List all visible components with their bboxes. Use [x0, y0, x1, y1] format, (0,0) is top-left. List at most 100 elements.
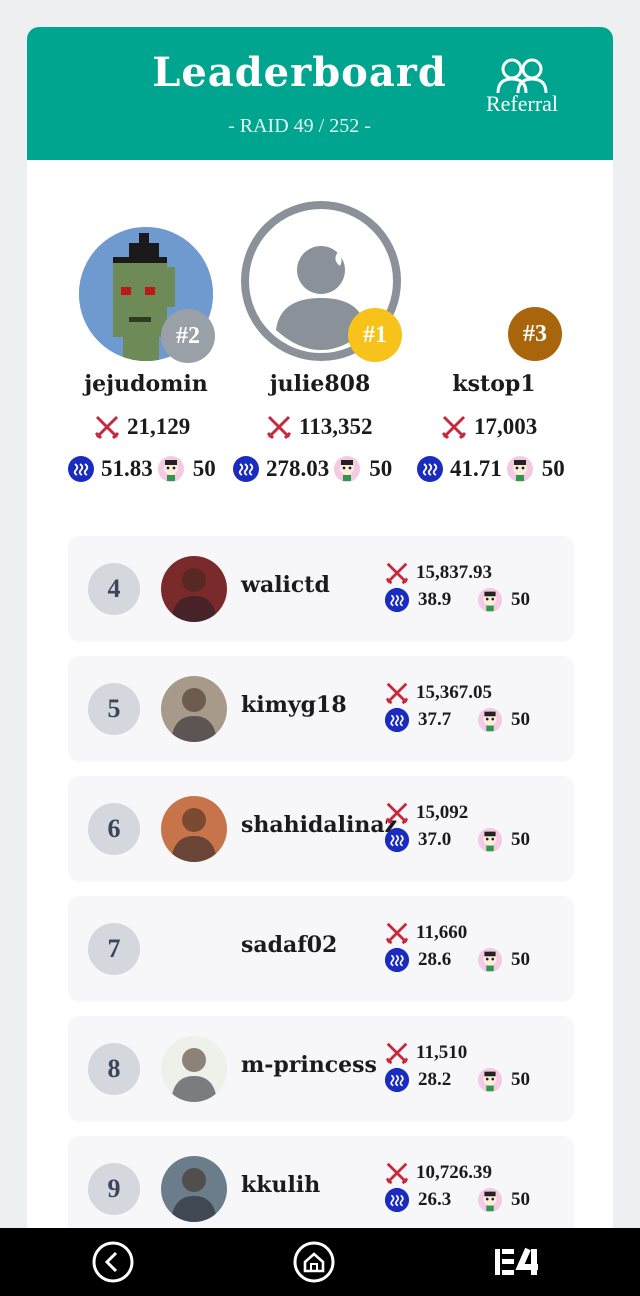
crossed-swords-icon: [385, 922, 409, 945]
podium-name[interactable]: kstop1: [404, 371, 584, 397]
steem-coin-icon: [417, 456, 443, 482]
monster-face-icon: [477, 827, 503, 853]
podium-steem-value: 51.83: [101, 456, 153, 481]
damage-value: 10,726.39: [416, 1162, 492, 1183]
avatar[interactable]: [161, 556, 227, 622]
monster-value: 50: [511, 1069, 530, 1090]
steem-value: 38.9: [418, 589, 452, 610]
back-button[interactable]: [91, 1240, 135, 1284]
monster-face-icon: [157, 456, 184, 482]
rank-number: 9: [88, 1163, 140, 1215]
username[interactable]: shahidalinaz: [241, 812, 397, 838]
referral-label: Referral: [485, 91, 559, 116]
leaderboard-header: Leaderboard - RAID 49 / 252 - Referral: [27, 27, 613, 160]
rank-number: 6: [88, 803, 140, 855]
page-title: Leaderboard: [152, 49, 447, 96]
app-logo-icon: [495, 1247, 538, 1275]
username[interactable]: kkulih: [241, 1172, 320, 1198]
leaderboard-row[interactable]: 5 kimyg18 15,367.05 37.7 50: [68, 656, 574, 762]
rank-number: 8: [88, 1043, 140, 1095]
podium-damage: 113,352: [265, 413, 372, 441]
leaderboard-row[interactable]: 7 sadaf02 11,660 28.6 50: [68, 896, 574, 1002]
crossed-swords-icon: [385, 682, 409, 705]
steem-coin-icon: [384, 707, 410, 733]
app-switch-button[interactable]: [493, 1240, 549, 1284]
back-icon: [92, 1241, 134, 1283]
podium-name[interactable]: julie808: [230, 371, 410, 397]
bottom-nav: [0, 1228, 640, 1296]
podium-monster-value: 50: [192, 456, 216, 481]
home-button[interactable]: [292, 1240, 336, 1284]
avatar[interactable]: [161, 676, 227, 742]
steem-coin-icon: [384, 827, 410, 853]
leaderboard-row[interactable]: 9 kkulih 10,726.39 26.3 50: [68, 1136, 574, 1242]
steem-coin-icon: [384, 1067, 410, 1093]
rank-badge-3: #3: [508, 307, 562, 361]
username[interactable]: kimyg18: [241, 692, 347, 718]
steem-value: 28.2: [418, 1069, 452, 1090]
user-photo: [171, 1168, 217, 1222]
monster-value: 50: [511, 589, 530, 610]
steem-value: 28.6: [418, 949, 452, 970]
steem-value: 26.3: [418, 1189, 452, 1210]
crossed-swords-icon: [94, 415, 120, 440]
steem-coin-icon: [384, 587, 410, 613]
row-stats: 11,660 28.6 50: [384, 920, 564, 974]
raid-subtitle: - RAID 49 / 252 -: [228, 115, 371, 137]
podium-rewards: 278.03 50: [232, 455, 392, 483]
podium-monster-value: 50: [541, 456, 565, 481]
rank-number: 4: [88, 563, 140, 615]
user-photo: [171, 568, 217, 622]
monster-value: 50: [511, 1189, 530, 1210]
row-stats: 15,092 37.0 50: [384, 800, 564, 854]
users-icon: [496, 58, 548, 94]
monster-face-icon: [477, 947, 503, 973]
podium-name[interactable]: jejudomin: [56, 371, 236, 397]
referral-button[interactable]: Referral: [474, 57, 570, 117]
home-icon: [293, 1241, 335, 1283]
leaderboard-row[interactable]: 4 walictd 15,837.93 38.9 50: [68, 536, 574, 642]
leaderboard-row[interactable]: 6 shahidalinaz 15,092 37.0 50: [68, 776, 574, 882]
leaderboard-card: Leaderboard - RAID 49 / 252 - Referral #…: [27, 27, 613, 1247]
damage-value: 11,510: [416, 1042, 468, 1063]
monster-value: 50: [511, 949, 530, 970]
steem-coin-icon: [233, 456, 259, 482]
podium-damage: 21,129: [93, 413, 190, 441]
steem-value: 37.0: [418, 829, 452, 850]
podium-damage-value: 17,003: [474, 414, 538, 439]
crossed-swords-icon: [266, 415, 292, 440]
leaderboard-row[interactable]: 8 m-princess 11,510 28.2 50: [68, 1016, 574, 1122]
monster-face-icon: [477, 1067, 503, 1093]
monster-face-icon: [477, 1187, 503, 1213]
monster-value: 50: [511, 829, 530, 850]
rank-number: 5: [88, 683, 140, 735]
row-stats: 10,726.39 26.3 50: [384, 1160, 564, 1214]
username[interactable]: walictd: [241, 572, 330, 598]
podium-steem-value: 278.03: [266, 456, 330, 481]
rank-number: 7: [88, 923, 140, 975]
username[interactable]: m-princess: [241, 1052, 377, 1078]
username[interactable]: sadaf02: [241, 932, 337, 958]
podium-damage-value: 113,352: [299, 414, 373, 439]
rank-badge-1: #1: [348, 308, 402, 362]
podium-rewards: 41.71 50: [416, 455, 565, 483]
user-photo: [171, 688, 217, 742]
crossed-swords-icon: [385, 802, 409, 825]
podium-rewards: 51.83 50: [67, 455, 216, 483]
damage-value: 15,837.93: [416, 562, 492, 583]
avatar[interactable]: [161, 916, 227, 982]
monster-value: 50: [511, 709, 530, 730]
crossed-swords-icon: [385, 1042, 409, 1065]
damage-value: 15,092: [416, 802, 469, 823]
podium-steem-value: 41.71: [450, 456, 502, 481]
avatar[interactable]: [161, 796, 227, 862]
user-photo: [171, 808, 217, 862]
row-stats: 15,837.93 38.9 50: [384, 560, 564, 614]
steem-coin-icon: [68, 456, 94, 482]
monster-face-icon: [477, 587, 503, 613]
avatar[interactable]: [161, 1156, 227, 1222]
podium-monster-value: 50: [369, 456, 393, 481]
row-stats: 15,367.05 37.7 50: [384, 680, 564, 734]
monster-face-icon: [334, 456, 361, 482]
avatar[interactable]: [161, 1036, 227, 1102]
